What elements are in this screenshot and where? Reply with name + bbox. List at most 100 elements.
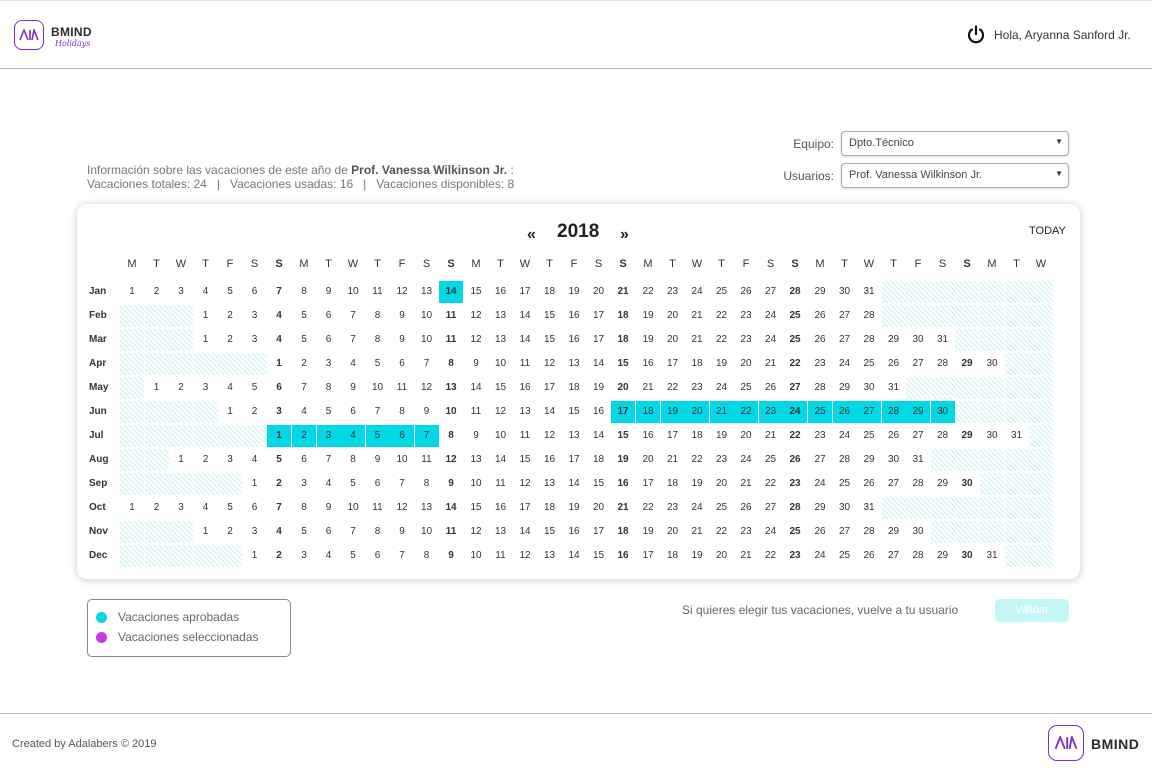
day-cell[interactable]: 12 [390,281,414,303]
day-cell[interactable]: 14 [513,305,537,327]
day-cell[interactable]: 14 [562,473,586,495]
day-cell[interactable]: 18 [685,425,709,447]
day-cell[interactable]: 1 [169,449,193,471]
day-cell[interactable]: 4 [341,425,365,447]
day-cell[interactable]: 30 [930,401,955,423]
day-cell[interactable]: 21 [685,521,709,543]
day-cell[interactable]: 4 [267,305,291,327]
day-cell[interactable]: 14 [439,281,463,303]
day-cell[interactable]: 12 [390,497,414,519]
day-cell[interactable]: 25 [710,281,734,303]
day-cell[interactable]: 29 [955,425,979,447]
day-cell[interactable]: 27 [857,401,881,423]
day-cell[interactable]: 13 [538,545,562,567]
day-cell[interactable]: 18 [661,473,685,495]
day-cell[interactable]: 14 [513,521,537,543]
day-cell[interactable]: 8 [390,401,414,423]
day-cell[interactable]: 6 [243,497,267,519]
day-cell[interactable]: 29 [857,449,881,471]
day-cell[interactable]: 21 [685,329,709,351]
day-cell[interactable]: 22 [710,329,734,351]
day-cell[interactable]: 3 [292,545,316,567]
day-cell[interactable]: 7 [366,401,390,423]
day-cell[interactable]: 10 [489,425,513,447]
day-cell[interactable]: 9 [390,305,414,327]
day-cell[interactable]: 11 [439,329,463,351]
day-cell[interactable]: 7 [341,329,365,351]
day-cell[interactable]: 3 [243,329,267,351]
day-cell[interactable]: 19 [685,545,709,567]
day-cell[interactable]: 7 [317,449,341,471]
day-cell[interactable]: 3 [316,425,341,447]
day-cell[interactable]: 29 [955,353,979,375]
day-cell[interactable]: 12 [513,545,537,567]
day-cell[interactable]: 7 [341,521,365,543]
day-cell[interactable]: 12 [464,329,488,351]
day-cell[interactable]: 17 [661,425,685,447]
day-cell[interactable]: 31 [857,281,881,303]
day-cell[interactable]: 7 [390,545,414,567]
day-cell[interactable]: 21 [734,473,758,495]
day-cell[interactable]: 27 [906,425,930,447]
day-cell[interactable]: 4 [194,281,218,303]
day-cell[interactable]: 26 [857,473,881,495]
day-cell[interactable]: 29 [882,521,906,543]
day-cell[interactable]: 2 [194,449,218,471]
day-cell[interactable]: 3 [218,449,242,471]
day-cell[interactable]: 29 [931,473,955,495]
day-cell[interactable]: 6 [366,545,390,567]
day-cell[interactable]: 26 [783,449,807,471]
day-cell[interactable]: 28 [783,281,807,303]
day-cell[interactable]: 22 [710,305,734,327]
day-cell[interactable]: 10 [464,545,488,567]
day-cell[interactable]: 14 [538,401,562,423]
day-cell[interactable]: 15 [489,377,513,399]
day-cell[interactable]: 2 [145,497,169,519]
day-cell[interactable]: 16 [636,425,660,447]
day-cell[interactable]: 1 [145,377,169,399]
team-select[interactable]: Dpto.Técnico ▼ [841,131,1069,156]
day-cell[interactable]: 11 [489,473,513,495]
day-cell[interactable]: 13 [415,497,439,519]
day-cell[interactable]: 16 [562,521,586,543]
day-cell[interactable]: 17 [562,449,586,471]
day-cell[interactable]: 12 [464,305,488,327]
day-cell[interactable]: 4 [267,521,291,543]
day-cell[interactable]: 15 [513,449,537,471]
day-cell[interactable]: 5 [292,329,316,351]
day-cell[interactable]: 21 [611,497,635,519]
day-cell[interactable]: 25 [783,521,807,543]
day-cell[interactable]: 12 [464,521,488,543]
day-cell[interactable]: 27 [882,545,906,567]
day-cell[interactable]: 23 [783,473,807,495]
day-cell[interactable]: 22 [783,353,807,375]
day-cell[interactable]: 9 [464,353,488,375]
day-cell[interactable]: 5 [218,497,242,519]
day-cell[interactable]: 14 [464,377,488,399]
day-cell[interactable]: 3 [317,353,341,375]
day-cell[interactable]: 14 [439,497,463,519]
day-cell[interactable]: 6 [390,353,414,375]
day-cell[interactable]: 19 [685,473,709,495]
day-cell[interactable]: 26 [734,281,758,303]
day-cell[interactable]: 5 [292,305,316,327]
day-cell[interactable]: 29 [931,545,955,567]
day-cell[interactable]: 21 [759,425,783,447]
day-cell[interactable]: 10 [415,521,439,543]
day-cell[interactable]: 25 [857,425,881,447]
day-cell[interactable]: 22 [636,497,660,519]
day-cell[interactable]: 4 [317,545,341,567]
day-cell[interactable]: 1 [243,545,267,567]
day-cell[interactable]: 26 [857,545,881,567]
day-cell[interactable]: 9 [317,281,341,303]
day-cell[interactable]: 28 [931,353,955,375]
day-cell[interactable]: 9 [415,401,439,423]
day-cell[interactable]: 23 [661,497,685,519]
day-cell[interactable]: 4 [292,401,316,423]
day-cell[interactable]: 2 [218,329,242,351]
day-cell[interactable]: 11 [513,425,537,447]
day-cell[interactable]: 16 [562,329,586,351]
day-cell[interactable]: 27 [906,353,930,375]
day-cell[interactable]: 17 [636,473,660,495]
day-cell[interactable]: 12 [415,377,439,399]
